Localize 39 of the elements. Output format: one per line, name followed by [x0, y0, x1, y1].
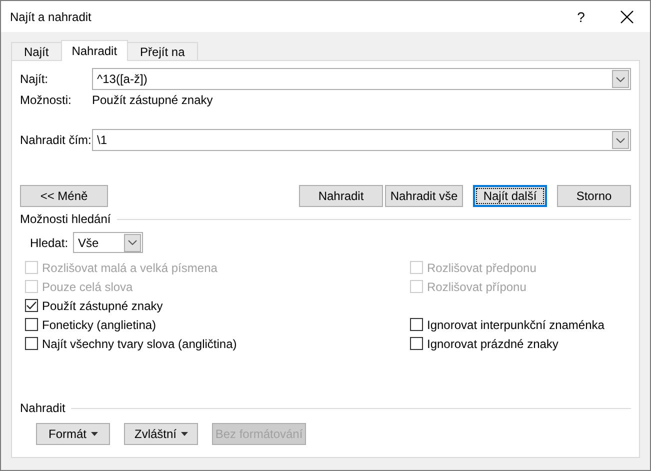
checkbox-label: Foneticky (anglietina) [42, 318, 156, 332]
options-value: Použít zástupné znaky [92, 93, 213, 107]
tab[interactable]: Najít [11, 42, 62, 60]
search-direction-dropdown[interactable]: Vše [73, 232, 144, 253]
checkbox[interactable] [25, 318, 38, 331]
field-label: Najít: [20, 72, 50, 86]
checkbox[interactable] [25, 337, 38, 350]
checkbox-label: Najít všechny tvary slova (angličtina) [42, 336, 237, 350]
close-icon [620, 10, 634, 24]
checkbox-label: Ignorovat interpunkční znaménka [427, 318, 604, 332]
dialog-button[interactable]: Nahradit [299, 185, 383, 207]
checkbox[interactable] [25, 299, 38, 312]
checkbox[interactable] [410, 318, 423, 331]
tab[interactable]: Nahradit [60, 40, 128, 61]
format-button[interactable]: Zvláštní [124, 423, 198, 445]
checkbox-label: Pouze celá slova [42, 280, 133, 294]
dialog-button[interactable]: Nahradit vše [385, 185, 463, 207]
section-title: Nahradit [20, 401, 66, 415]
format-button[interactable]: Formát [36, 423, 110, 445]
dialog-button[interactable]: Najít další [473, 185, 547, 207]
caret-icon [90, 432, 98, 436]
replace-field[interactable]: \1 [92, 129, 631, 151]
section-title: Možnosti hledání [20, 212, 111, 226]
checkbox-label: Ignorovat prázdné znaky [427, 336, 558, 350]
checkbox[interactable] [410, 337, 423, 350]
dialog-button[interactable]: Storno [557, 185, 631, 207]
caret-icon [180, 432, 188, 436]
tab[interactable]: Přejít na [127, 42, 198, 60]
find-field[interactable]: ^13([a-ž]) [92, 68, 631, 90]
field-label: Nahradit čím: [20, 133, 92, 147]
help-button[interactable]: ? [558, 1, 604, 32]
checkbox-label: Rozlišovat malá a velká písmena [42, 260, 218, 274]
checkbox-label: Rozlišovat předponu [427, 260, 536, 274]
checkbox-label: Použít zástupné znaky [42, 298, 163, 312]
window-title: Najít a nahradit [10, 10, 92, 24]
search-direction-label: Hledat: [30, 236, 68, 250]
checkbox-label: Rozlišovat příponu [427, 280, 526, 294]
dialog-button[interactable]: << Méně [20, 185, 108, 207]
options-label: Možnosti: [20, 93, 72, 107]
